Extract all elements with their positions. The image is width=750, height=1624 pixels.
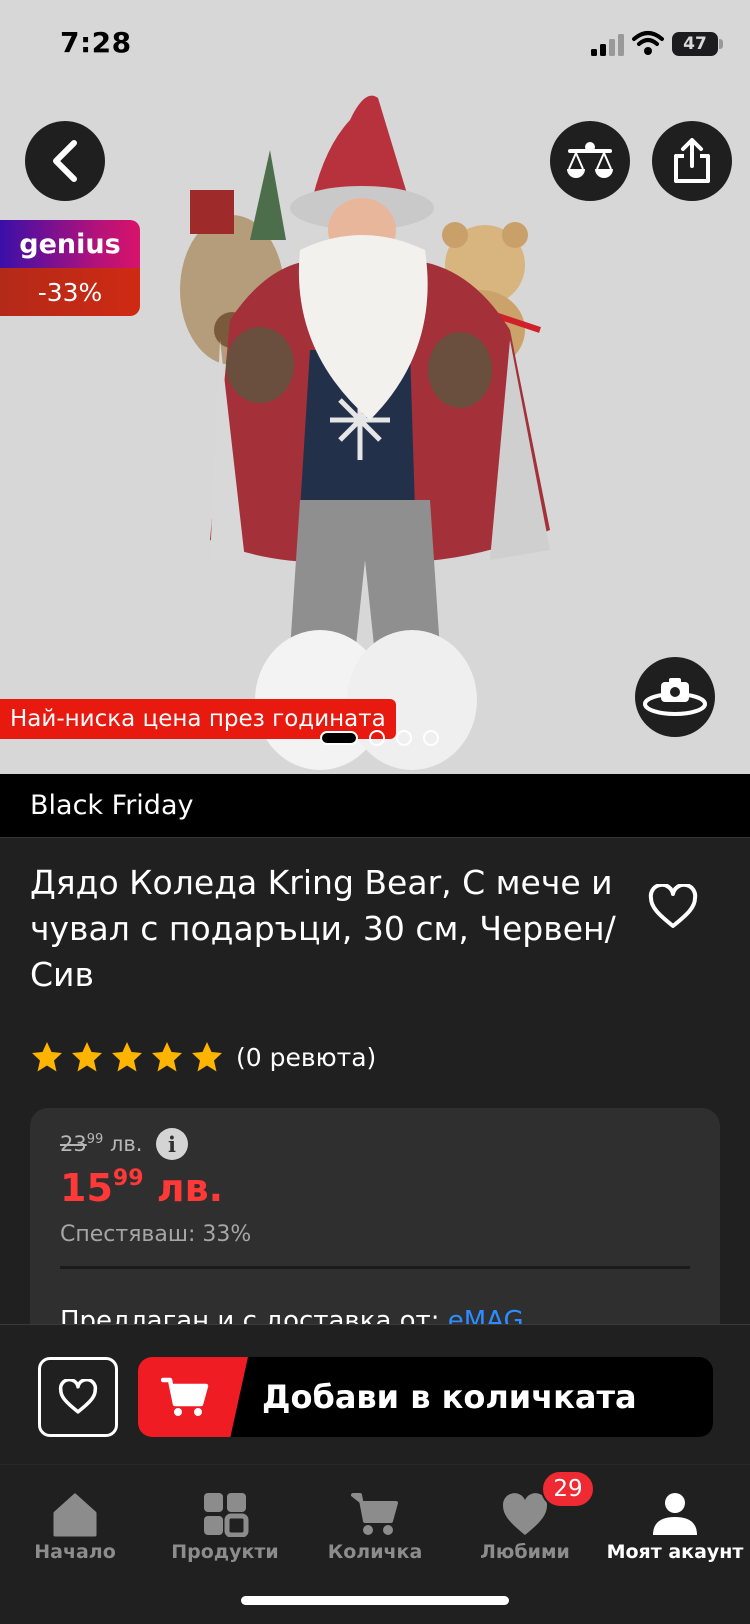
status-time: 7:28 bbox=[60, 26, 132, 59]
status-bar: 7:28 47 bbox=[0, 0, 750, 90]
star-icon bbox=[152, 1042, 182, 1072]
price-card: 2399 лв. i 1599 лв. Спестяваш: 33% Предл… bbox=[30, 1108, 720, 1348]
current-price: 1599 лв. bbox=[60, 1166, 223, 1210]
gallery-pagination[interactable] bbox=[320, 728, 439, 748]
home-indicator bbox=[241, 1596, 509, 1605]
wifi-icon bbox=[632, 31, 664, 55]
rating-row[interactable]: (0 ревюта) bbox=[30, 1040, 376, 1074]
compare-button[interactable] bbox=[550, 121, 630, 201]
signal-icon bbox=[591, 34, 624, 56]
gallery-dot[interactable] bbox=[369, 730, 385, 746]
battery-indicator: 47 bbox=[672, 32, 718, 56]
old-price-decimals: 99 bbox=[86, 1132, 104, 1147]
tab-my-account-label: Моят акаунт bbox=[606, 1541, 744, 1563]
cart-button-icon-area bbox=[138, 1357, 248, 1437]
genius-logo: genius bbox=[0, 220, 140, 268]
user-icon bbox=[653, 1493, 697, 1535]
star-icon bbox=[72, 1042, 102, 1072]
tab-favorites-label: Любими bbox=[480, 1541, 570, 1563]
cart-icon bbox=[161, 1377, 209, 1416]
action-bar: Добави в количката bbox=[0, 1324, 750, 1464]
tab-cart[interactable]: Количка bbox=[300, 1491, 450, 1563]
add-to-favorites-button[interactable] bbox=[38, 1357, 118, 1437]
tab-products-label: Продукти bbox=[171, 1541, 279, 1563]
scales-icon bbox=[567, 142, 613, 178]
discount-percent: -33% bbox=[0, 268, 140, 316]
price-decimals: 99 bbox=[112, 1166, 144, 1191]
back-button[interactable] bbox=[25, 121, 105, 201]
gallery-dot[interactable] bbox=[423, 730, 439, 746]
tab-home[interactable]: Начало bbox=[0, 1491, 150, 1563]
add-to-cart-label: Добави в количката bbox=[262, 1378, 637, 1416]
star-icon bbox=[112, 1042, 142, 1072]
view-360-button[interactable] bbox=[635, 657, 715, 737]
reviews-count: (0 ревюта) bbox=[236, 1042, 377, 1072]
share-icon bbox=[674, 138, 710, 183]
savings-text: Спестяваш: 33% bbox=[60, 1222, 252, 1247]
rating-stars bbox=[30, 1040, 230, 1074]
heart-icon bbox=[502, 1493, 548, 1535]
campaign-banner[interactable]: Black Friday bbox=[0, 774, 750, 838]
chevron-left-icon bbox=[53, 140, 77, 182]
battery-cap bbox=[719, 39, 723, 49]
tab-my-account[interactable]: Моят акаунт bbox=[600, 1491, 750, 1563]
divider bbox=[60, 1266, 690, 1269]
old-price-currency: лв. bbox=[109, 1132, 143, 1156]
price-currency: лв. bbox=[156, 1166, 224, 1210]
product-image bbox=[180, 95, 550, 770]
info-icon[interactable]: i bbox=[156, 1128, 188, 1160]
grid-icon bbox=[204, 1493, 249, 1537]
gallery-dot[interactable] bbox=[396, 730, 412, 746]
heart-outline-icon bbox=[58, 1379, 98, 1414]
cart-icon bbox=[351, 1493, 398, 1535]
genius-discount-badge: genius -33% bbox=[0, 220, 140, 316]
favorite-heart-icon[interactable] bbox=[648, 884, 698, 930]
star-icon bbox=[32, 1042, 62, 1072]
camera-360-icon bbox=[643, 678, 707, 716]
tab-cart-label: Количка bbox=[327, 1541, 423, 1563]
add-to-cart-button[interactable]: Добави в количката bbox=[138, 1357, 713, 1437]
product-title: Дядо Коледа Kring Bear, С мече и чувал с… bbox=[30, 863, 616, 994]
gallery-dot[interactable] bbox=[320, 731, 358, 745]
tab-home-label: Начало bbox=[34, 1541, 116, 1563]
product-image-gallery[interactable]: genius -33% Най-ниска цена през годината bbox=[0, 0, 750, 774]
price-integer: 15 bbox=[60, 1166, 113, 1210]
old-price-integer: 23 bbox=[60, 1132, 87, 1156]
old-price: 2399 лв. bbox=[60, 1132, 142, 1156]
home-icon bbox=[53, 1493, 97, 1537]
star-icon bbox=[192, 1042, 222, 1072]
share-button[interactable] bbox=[652, 121, 732, 201]
favorites-count-badge: 29 bbox=[541, 1470, 595, 1508]
tab-products[interactable]: Продукти bbox=[150, 1491, 300, 1563]
